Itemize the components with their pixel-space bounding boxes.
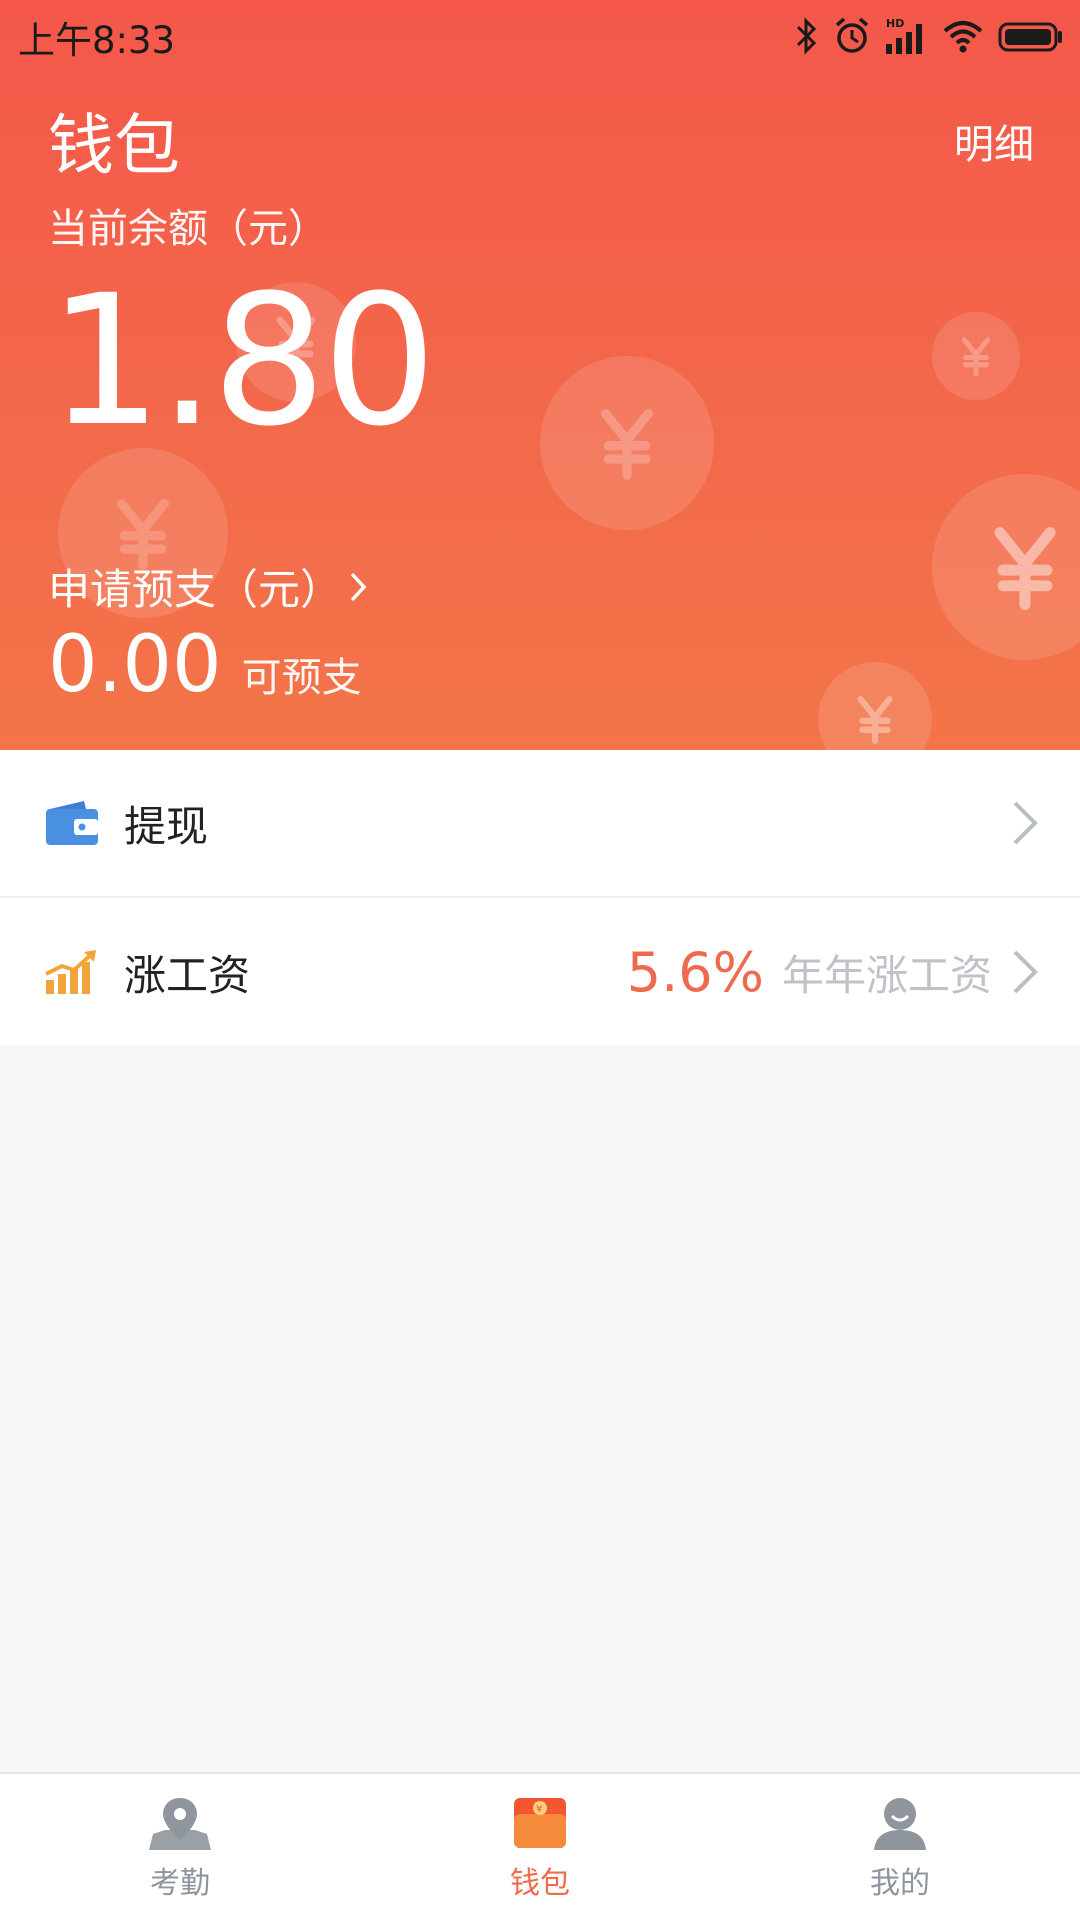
status-icons: HD: [794, 16, 1064, 56]
nav-label-attendance: 考勤: [150, 1866, 210, 1901]
coin-decoration-icon: [540, 356, 714, 530]
page-title: 钱包: [48, 107, 180, 184]
raise-salary-label: 涨工资: [124, 950, 251, 1000]
detail-link[interactable]: 明细: [954, 112, 1034, 170]
status-bar: 上午8:33 HD: [0, 0, 1080, 74]
balance-label: 当前余额（元）: [48, 206, 328, 252]
apply-advance-label: 申请预支（元）: [48, 565, 343, 614]
nav-item-wallet[interactable]: ¥ 钱包: [360, 1774, 720, 1920]
withdraw-row[interactable]: 提现: [0, 750, 1080, 898]
location-pin-icon: [149, 1798, 211, 1850]
raise-salary-right: 5.6% 年年涨工资: [627, 898, 1040, 1046]
coin-decoration-icon: [932, 474, 1080, 660]
advance-available: 0.00 可预支: [48, 626, 362, 704]
coin-decoration-icon: [932, 312, 1020, 400]
wallet-screen: 上午8:33 HD 钱包 明细 当前余额（元） 1.80 申请预支（元） 0.0…: [0, 0, 1080, 1920]
wallet-bag-icon: ¥: [514, 1798, 566, 1848]
coin-decoration-icon: [818, 662, 932, 750]
raise-salary-row[interactable]: 涨工资 5.6% 年年涨工资: [0, 898, 1080, 1046]
bluetooth-icon: [796, 17, 817, 55]
advance-note: 可预支: [241, 655, 362, 701]
user-icon: [874, 1798, 926, 1850]
svg-text:¥: ¥: [536, 1804, 542, 1815]
nav-label-me: 我的: [870, 1866, 930, 1901]
balance-value: 1.80: [48, 257, 437, 466]
withdraw-label: 提现: [124, 801, 209, 851]
growth-chart-icon: [44, 944, 100, 1000]
svg-text:HD: HD: [886, 17, 904, 30]
advance-amount: 0.00: [48, 620, 222, 710]
nav-item-attendance[interactable]: 考勤: [0, 1774, 360, 1920]
chevron-right-icon: [350, 572, 367, 601]
wallet-menu-list: 提现 涨工资 5.6% 年年涨工资: [0, 750, 1080, 1046]
wallet-header: 上午8:33 HD 钱包 明细 当前余额（元） 1.80 申请预支（元） 0.0…: [0, 0, 1080, 750]
bottom-nav: 考勤 ¥ 钱包 我的: [0, 1772, 1080, 1920]
signal-hd-icon: HD: [886, 17, 922, 54]
apply-advance-link[interactable]: 申请预支（元）: [48, 556, 368, 617]
alarm-icon: [835, 17, 869, 53]
battery-icon: [998, 22, 1062, 52]
wifi-icon: [943, 21, 983, 53]
wallet-icon: [44, 795, 100, 851]
raise-rate: 5.6%: [626, 940, 764, 1004]
raise-note: 年年涨工资: [781, 950, 992, 1000]
withdraw-right: [1010, 750, 1040, 896]
status-time: 上午8:33: [18, 19, 176, 62]
nav-item-me[interactable]: 我的: [720, 1774, 1080, 1920]
chevron-right-icon: [1013, 950, 1038, 994]
nav-label-wallet: 钱包: [510, 1866, 570, 1901]
chevron-right-icon: [1013, 801, 1038, 845]
